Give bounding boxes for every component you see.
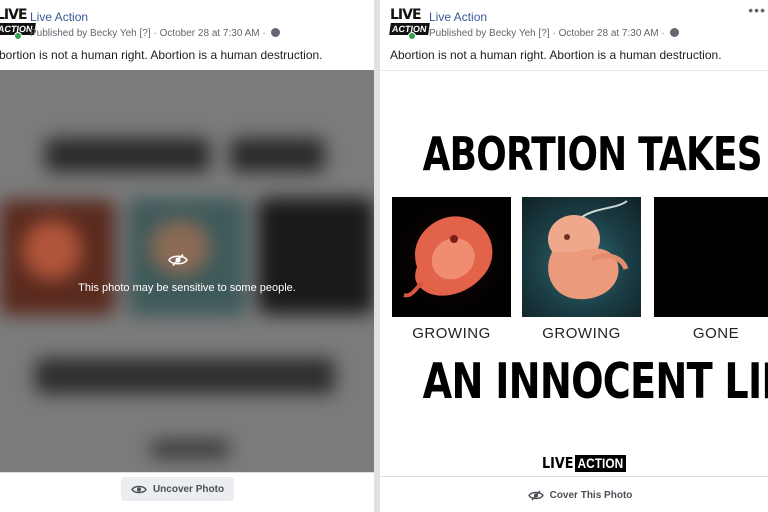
post-action-bar: Uncover Photo <box>0 472 374 512</box>
page-name-link[interactable]: Live Action <box>30 10 88 24</box>
meta-separator: · <box>262 28 266 39</box>
avatar-logo-text: LIVE <box>0 7 28 23</box>
meta-separator: · <box>661 28 665 39</box>
eye-icon <box>131 485 147 493</box>
brand-live-text: LIVE <box>542 454 574 472</box>
meta-separator: · <box>153 28 157 39</box>
cover-photo-button[interactable]: Cover This Photo <box>520 483 640 507</box>
headline-bottom: AN INNOCENT LIFE <box>422 353 768 410</box>
embryo-photo-2 <box>522 197 641 317</box>
help-marker[interactable]: [?] <box>140 28 151 39</box>
avatar[interactable]: LIVE ACTION <box>389 8 430 40</box>
left-post: LIVE ACTION Live Action Published by Bec… <box>0 0 374 512</box>
eye-slash-icon <box>527 490 544 500</box>
headline-top: ABORTION TAKES <box>422 127 763 181</box>
post-header: LIVE ACTION Live Action Published by Bec… <box>0 8 374 42</box>
globe-icon <box>270 28 280 37</box>
online-status-dot <box>14 32 22 40</box>
sensitive-warning-text: This photo may be sensitive to some peop… <box>78 282 296 294</box>
post-header: LIVE ACTION Live Action Published by Bec… <box>380 8 768 42</box>
post-meta: Published by Becky Yeh [?] · October 28 … <box>429 28 679 39</box>
sensitive-overlay: This photo may be sensitive to some peop… <box>0 70 374 472</box>
post-action-bar: Cover This Photo <box>380 476 768 512</box>
published-by[interactable]: Published by Becky Yeh <box>429 28 536 39</box>
post-meta: Published by Becky Yeh [?] · October 28 … <box>30 28 280 39</box>
post-timestamp[interactable]: October 28 at 7:30 AM <box>160 28 260 39</box>
embryo-image <box>548 200 629 300</box>
published-by[interactable]: Published by Becky Yeh <box>30 28 137 39</box>
cover-photo-label: Cover This Photo <box>549 489 633 501</box>
stage-label-2: GROWING <box>542 325 621 342</box>
eye-slash-icon <box>168 253 188 267</box>
globe-icon <box>669 28 679 37</box>
avatar[interactable]: LIVE ACTION <box>0 8 36 40</box>
post-photo[interactable]: ABORTION TAKES GROWING GROWING GONE AN I… <box>380 70 768 476</box>
live-action-logo: LIVE ACTION <box>542 454 635 472</box>
page-name-link[interactable]: Live Action <box>429 10 487 24</box>
embryo-photo-1 <box>392 197 511 317</box>
post-caption: Abortion is not a human right. Abortion … <box>390 48 722 62</box>
post-timestamp[interactable]: October 28 at 7:30 AM <box>559 28 659 39</box>
blurred-photo[interactable]: This photo may be sensitive to some peop… <box>0 70 374 472</box>
stage-label-1: GROWING <box>412 325 491 342</box>
online-status-dot <box>408 32 416 40</box>
embryo-image <box>403 216 493 298</box>
right-post: LIVE ACTION Live Action Published by Bec… <box>380 0 768 512</box>
post-caption: bortion is not a human right. Abortion i… <box>0 48 323 62</box>
brand-action-text: ACTION <box>575 454 626 472</box>
stage-label-3: GONE <box>692 325 740 342</box>
uncover-photo-button[interactable]: Uncover Photo <box>121 477 234 501</box>
help-marker[interactable]: [?] <box>539 28 550 39</box>
black-photo <box>654 197 768 317</box>
meta-separator: · <box>552 28 556 39</box>
more-options-icon[interactable]: ••• <box>748 3 766 17</box>
avatar-logo-text: LIVE <box>390 7 422 23</box>
uncover-photo-label: Uncover Photo <box>152 483 225 495</box>
